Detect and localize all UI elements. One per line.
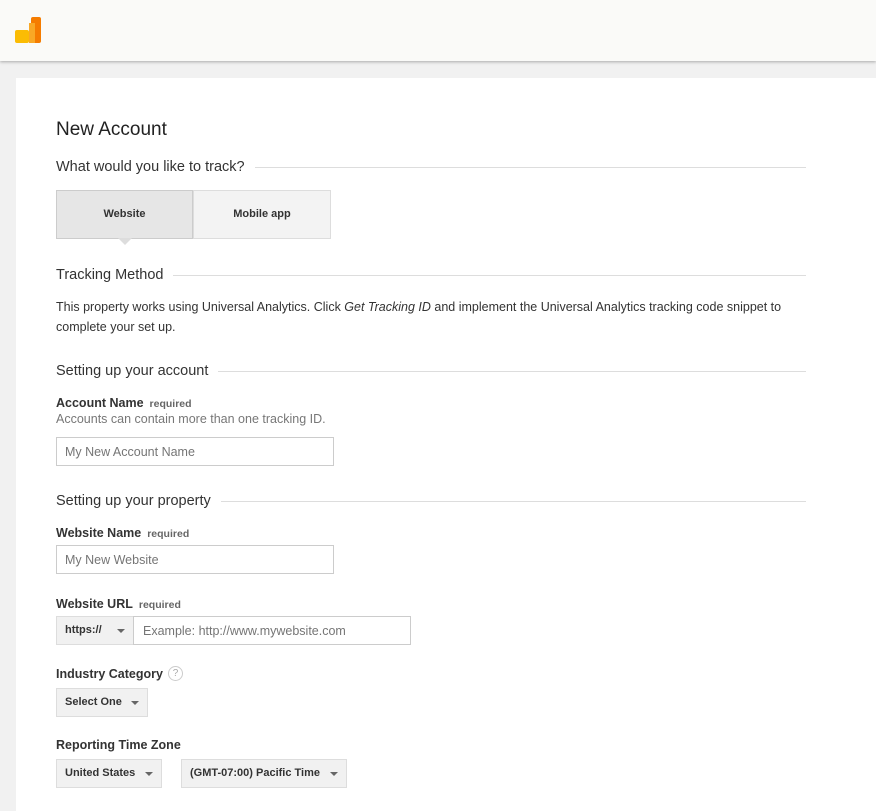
dropdown-value: https:// [65, 624, 102, 636]
country-dropdown[interactable]: United States [56, 759, 162, 788]
caret-down-icon [145, 772, 153, 776]
option-website[interactable]: Website [56, 190, 193, 239]
section-title: Tracking Method [56, 267, 164, 283]
section-title: Setting up your account [56, 363, 209, 379]
required-tag: required [138, 599, 181, 611]
time-zone-dropdown[interactable]: (GMT-07:00) Pacific Time [181, 759, 347, 788]
section-heading-tracking-method: Tracking Method [56, 267, 806, 283]
required-tag: required [147, 528, 190, 540]
account-name-hint: Accounts can contain more than one track… [56, 412, 326, 426]
account-name-label: Account Name [56, 396, 144, 410]
text-emphasis: Get Tracking ID [344, 300, 431, 314]
account-name-input[interactable] [56, 437, 334, 466]
website-name-label: Website Name [56, 526, 142, 540]
dropdown-value: Select One [65, 696, 122, 708]
required-tag: required [149, 398, 192, 410]
help-icon[interactable]: ? [167, 666, 183, 681]
industry-category-dropdown[interactable]: Select One [56, 688, 148, 717]
caret-down-icon [117, 629, 125, 633]
text: This property works using Universal Anal… [56, 300, 345, 314]
top-bar [0, 0, 876, 61]
section-title: What would you like to track? [56, 159, 245, 175]
dropdown-value: United States [65, 767, 136, 779]
section-heading-account: Setting up your account [56, 363, 806, 379]
analytics-logo-icon[interactable] [15, 17, 41, 43]
dropdown-value: (GMT-07:00) Pacific Time [190, 767, 321, 779]
option-mobile-app[interactable]: Mobile app [193, 190, 331, 239]
time-zone-label: Reporting Time Zone [56, 738, 181, 752]
caret-down-icon [330, 772, 338, 776]
page-title: New Account [56, 119, 167, 140]
section-title: Setting up your property [56, 493, 211, 509]
tracking-method-text: This property works using Universal Anal… [56, 298, 816, 337]
website-name-input[interactable] [56, 545, 334, 574]
section-heading-track: What would you like to track? [56, 159, 806, 175]
protocol-dropdown[interactable]: https:// [56, 616, 134, 645]
selected-pointer [118, 238, 132, 245]
caret-down-icon [131, 701, 139, 705]
industry-category-label: Industry Category [56, 666, 163, 681]
website-url-input[interactable] [133, 616, 411, 645]
website-url-label: Website URL [56, 597, 133, 611]
section-heading-property: Setting up your property [56, 493, 806, 509]
